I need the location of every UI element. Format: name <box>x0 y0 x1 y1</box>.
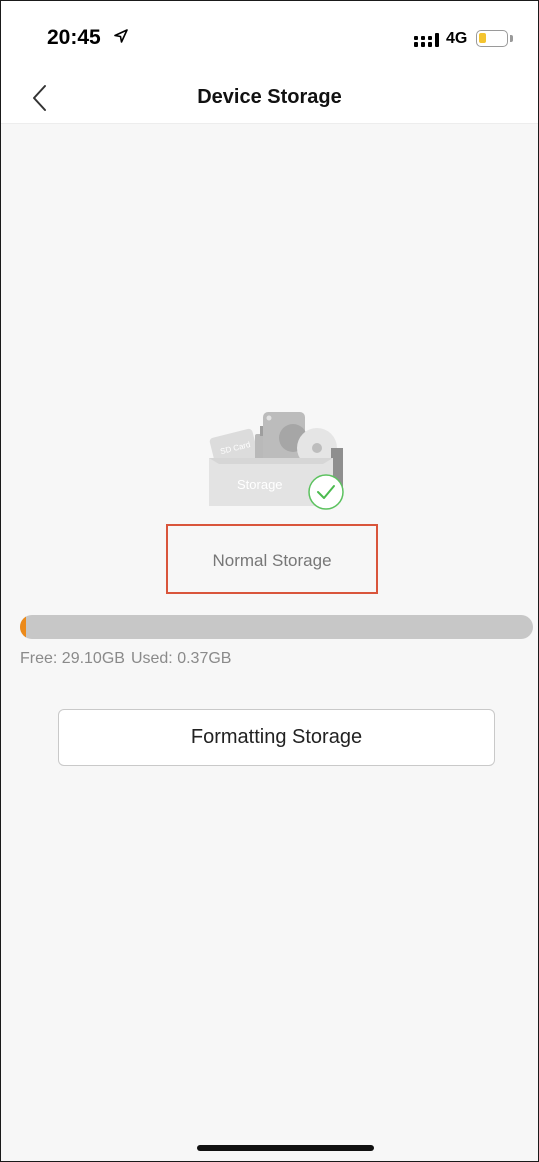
storage-status-box: Normal Storage <box>166 524 378 594</box>
network-type: 4G <box>446 30 468 47</box>
nav-bar: Device Storage <box>0 72 539 124</box>
battery-level <box>479 33 486 43</box>
cellular-signal-icon <box>414 33 439 47</box>
battery-icon <box>476 30 508 47</box>
format-storage-button[interactable]: Formatting Storage <box>58 709 495 766</box>
status-time: 20:45 <box>47 26 101 49</box>
storage-usage-bar <box>20 615 533 639</box>
storage-usage-fill <box>20 615 27 639</box>
storage-illustration-icon: SD Card <box>209 412 344 510</box>
storage-status-text: Normal Storage <box>212 551 332 570</box>
home-indicator <box>197 1145 374 1151</box>
page-title: Device Storage <box>197 86 342 108</box>
location-arrow-icon <box>114 29 128 43</box>
illustration-label: Storage <box>237 477 283 492</box>
storage-info: Free: 29.10GB Used: 0.37GB <box>20 650 237 668</box>
free-space-label: Free: 29.10GB <box>20 650 125 667</box>
battery-cap <box>510 35 513 42</box>
used-space-label: Used: 0.37GB <box>130 650 232 667</box>
status-bar: 20:45 4G <box>0 0 539 72</box>
